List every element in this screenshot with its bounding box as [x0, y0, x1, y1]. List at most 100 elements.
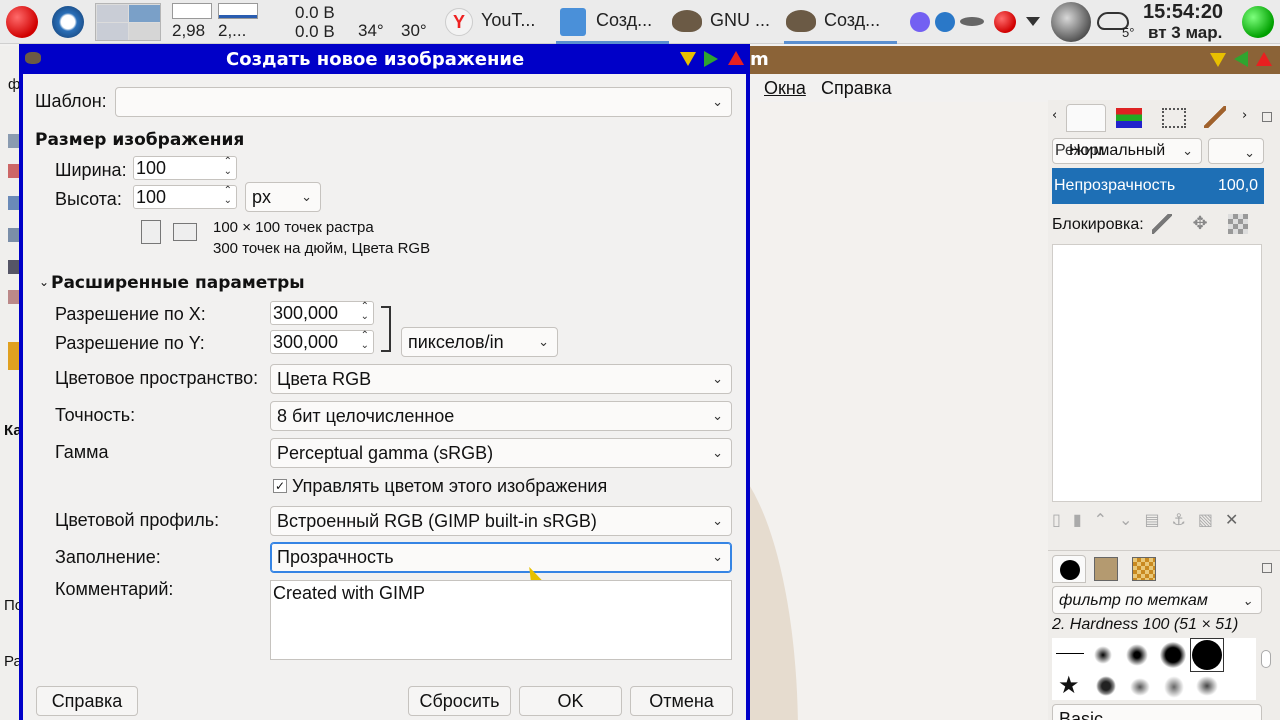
- height-spinner[interactable]: 100 ⌃ ⌄: [133, 185, 237, 209]
- minimize-icon[interactable]: [1210, 53, 1226, 67]
- brush-texture[interactable]: [1130, 678, 1150, 696]
- browser-launcher-icon[interactable]: [52, 6, 84, 38]
- lock-pixels-icon[interactable]: [1152, 214, 1172, 234]
- close-icon[interactable]: [728, 51, 744, 65]
- layers-list[interactable]: [1052, 244, 1262, 502]
- workspace-switcher[interactable]: [95, 3, 161, 41]
- portrait-icon[interactable]: [141, 220, 161, 244]
- brush-texture[interactable]: [1096, 676, 1116, 696]
- gamma-combo[interactable]: Perceptual gamma (sRGB) ⌄: [270, 438, 732, 468]
- gradients-tab-icon[interactable]: [1132, 557, 1156, 581]
- raise-icon[interactable]: ⌃: [1094, 510, 1119, 529]
- tabs-left-arrow[interactable]: ‹: [1052, 108, 1057, 123]
- viber-icon[interactable]: [910, 12, 930, 32]
- layer-actions-bar: ▯▮⌃⌄▤⚓▧✕: [1052, 510, 1276, 536]
- template-combo[interactable]: ⌄: [115, 87, 732, 117]
- patterns-tab-icon[interactable]: [1094, 557, 1118, 581]
- dock-menu-icon[interactable]: [1262, 112, 1272, 122]
- brush-texture[interactable]: [1164, 676, 1184, 698]
- spin-arrows-icon[interactable]: ⌃ ⌄: [224, 186, 232, 206]
- brush-fuzzy[interactable]: [1160, 642, 1186, 668]
- task-yandex[interactable]: Y YouT...: [441, 0, 554, 44]
- height-label: Высота:: [55, 189, 122, 209]
- anchor-icon[interactable]: ⚓: [1172, 510, 1198, 529]
- paths-tab-icon[interactable]: [1162, 108, 1186, 128]
- chevron-down-icon: ⌄: [1242, 593, 1253, 608]
- reset-button[interactable]: Сбросить: [408, 686, 511, 716]
- size-unit-combo[interactable]: px ⌄: [245, 182, 321, 212]
- precision-value: 8 бит целочисленное: [277, 406, 455, 426]
- brush-texture[interactable]: [1196, 676, 1218, 696]
- close-icon[interactable]: [1256, 52, 1272, 66]
- colorspace-value: Цвета RGB: [277, 369, 372, 389]
- brush-star[interactable]: ★: [1058, 672, 1080, 698]
- menu-windows[interactable]: Окна: [764, 78, 806, 99]
- window-menu-icon[interactable]: [25, 52, 41, 64]
- brush-line[interactable]: [1056, 653, 1084, 654]
- dialog-titlebar[interactable]: Создать новое изображение: [23, 44, 746, 74]
- temp1-value: 34°: [358, 21, 384, 40]
- gimp-icon: [672, 10, 702, 32]
- spin-arrows-icon[interactable]: ⌃ ⌄: [361, 331, 369, 351]
- layer-mode-combo[interactable]: Режим Нормальный ⌄: [1052, 138, 1202, 164]
- brush-tab-icon[interactable]: [1204, 106, 1226, 128]
- lower-icon[interactable]: ⌄: [1119, 510, 1144, 529]
- fill-combo[interactable]: Прозрачность ⌄: [270, 542, 732, 573]
- channels-tab-icon[interactable]: [1116, 108, 1142, 128]
- layers-tab-icon[interactable]: [1066, 104, 1106, 132]
- precision-combo[interactable]: 8 бит целочисленное ⌄: [270, 401, 732, 431]
- maximize-icon[interactable]: [704, 51, 718, 67]
- advanced-section-title[interactable]: Расширенные параметры: [51, 273, 305, 293]
- maximize-icon[interactable]: [1234, 51, 1248, 67]
- profile-combo[interactable]: Встроенный RGB (GIMP built-in sRGB) ⌄: [270, 506, 732, 536]
- brush-fuzzy[interactable]: [1126, 644, 1148, 666]
- landscape-icon[interactable]: [173, 223, 197, 241]
- spin-arrows-icon[interactable]: ⌃ ⌄: [361, 302, 369, 322]
- width-spinner[interactable]: 100 ⌃ ⌄: [133, 156, 237, 180]
- xres-spinner[interactable]: 300,000 ⌃ ⌄: [270, 301, 374, 325]
- colorspace-combo[interactable]: Цвета RGB ⌄: [270, 364, 732, 394]
- cancel-button[interactable]: Отмена: [630, 686, 733, 716]
- dropdown-arrow-icon[interactable]: [1026, 17, 1040, 26]
- brush-fuzzy[interactable]: [1094, 646, 1112, 664]
- profile-value: Встроенный RGB (GIMP built-in sRGB): [277, 511, 597, 531]
- red-button-icon[interactable]: [6, 6, 38, 38]
- dock-menu-icon[interactable]: [1262, 563, 1272, 573]
- chain-link-icon[interactable]: [381, 306, 391, 352]
- ufo-icon[interactable]: [960, 17, 984, 26]
- lock-alpha-icon[interactable]: [1228, 214, 1248, 234]
- brush-scrollbar[interactable]: [1260, 640, 1272, 700]
- help-button[interactable]: Справка: [36, 686, 138, 716]
- spin-arrows-icon[interactable]: ⌃ ⌄: [224, 157, 232, 177]
- tabs-right-arrow[interactable]: ›: [1242, 108, 1247, 123]
- composite-mode-combo[interactable]: ⌄: [1208, 138, 1264, 164]
- task-create-image-2[interactable]: Созд...: [784, 0, 897, 44]
- lock-position-icon[interactable]: ✥: [1190, 214, 1210, 234]
- record-icon[interactable]: [994, 11, 1016, 33]
- color-manage-label[interactable]: Управлять цветом этого изображения: [292, 476, 607, 497]
- minimize-icon[interactable]: [680, 52, 696, 66]
- menu-help[interactable]: Справка: [821, 78, 892, 99]
- new-group-icon[interactable]: ▮: [1073, 510, 1094, 529]
- brush-selected[interactable]: [1190, 638, 1224, 672]
- duplicate-icon[interactable]: ▤: [1144, 510, 1171, 529]
- skype-icon[interactable]: [935, 12, 955, 32]
- brush-filter-combo[interactable]: фильтр по меткам ⌄: [1052, 586, 1262, 614]
- expander-arrow-icon[interactable]: ⌄: [39, 275, 49, 289]
- new-layer-icon[interactable]: ▯: [1052, 510, 1073, 529]
- brushes-tab-icon[interactable]: [1052, 555, 1086, 583]
- brush-grid[interactable]: ★: [1052, 638, 1256, 700]
- resolution-unit-combo[interactable]: пикселов/in ⌄: [401, 327, 558, 357]
- comment-textarea[interactable]: Created with GIMP: [270, 580, 732, 660]
- task-create-image-1[interactable]: Созд...: [556, 0, 669, 44]
- task-gimp[interactable]: GNU ...: [670, 0, 783, 44]
- opacity-slider[interactable]: Непрозрачность 100,0: [1052, 168, 1264, 204]
- brush-preset-combo[interactable]: Basic: [1052, 704, 1262, 720]
- delete-icon[interactable]: ✕: [1225, 510, 1250, 529]
- mask-icon[interactable]: ▧: [1198, 510, 1225, 529]
- green-button-icon[interactable]: [1242, 6, 1274, 38]
- ok-button[interactable]: OK: [519, 686, 622, 716]
- res-unit-value: пикселов/in: [408, 332, 504, 352]
- yres-spinner[interactable]: 300,000 ⌃ ⌄: [270, 330, 374, 354]
- color-manage-checkbox[interactable]: ✓: [273, 479, 287, 493]
